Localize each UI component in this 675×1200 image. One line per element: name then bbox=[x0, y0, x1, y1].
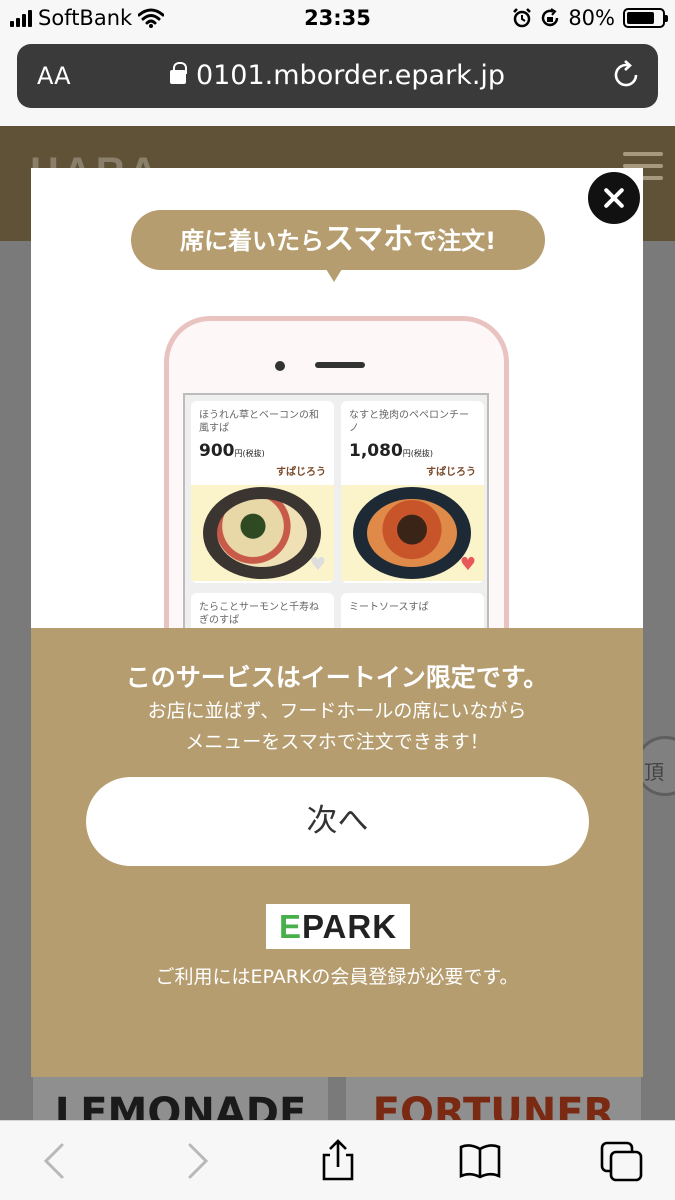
alarm-icon bbox=[513, 8, 532, 28]
url-display[interactable]: 0101.mborder.epark.jp bbox=[17, 60, 658, 91]
reload-icon[interactable] bbox=[610, 59, 642, 91]
shop-card-fortuner[interactable]: FORTUNER bbox=[346, 1076, 641, 1120]
tabs-icon[interactable] bbox=[600, 1139, 644, 1183]
status-right-group: 80% bbox=[512, 6, 668, 30]
modal-description: お店に並ばず、フードホールの席にいながら メニューをスマホで注文できます！ bbox=[147, 700, 527, 753]
back-icon[interactable] bbox=[34, 1139, 78, 1183]
shop-card-lemonade[interactable]: LEMONADE bbox=[33, 1076, 328, 1120]
heart-icon: ♥ bbox=[459, 554, 476, 575]
browser-address-area: AA 0101.mborder.epark.jp bbox=[0, 38, 675, 126]
menu-card: なすと挽肉のペペロンチーノ 1,080円(税抜) すぱじろう ♥ bbox=[341, 401, 484, 583]
bubble-suffix: で注文! bbox=[413, 227, 497, 255]
menu-item-photo: ♥ bbox=[191, 485, 334, 581]
battery-icon bbox=[623, 8, 668, 28]
menu-item-price: 1,080円(税抜) bbox=[349, 441, 434, 461]
modal-title: このサービスはイートイン限定です。 bbox=[125, 663, 549, 692]
bubble-emphasis: スマホ bbox=[323, 222, 414, 257]
menu-item-name: なすと挽肉のペペロンチーノ bbox=[349, 410, 469, 434]
address-bar[interactable]: AA 0101.mborder.epark.jp bbox=[17, 44, 658, 108]
shop-card-label: FORTUNER bbox=[372, 1090, 615, 1120]
eat-in-modal: 席に着いたらスマホで注文! ほうれん草とベーコンの和風すぱ 900円(税抜) す… bbox=[31, 168, 643, 1077]
info-panel: このサービスはイートイン限定です。 お店に並ばず、フードホールの席にいながら メ… bbox=[31, 628, 643, 1077]
heart-icon: ♥ bbox=[309, 554, 326, 575]
menu-item-name: たらことサーモンと千寿ねぎのすぱ bbox=[199, 602, 319, 626]
bubble-prefix: 席に着いたら bbox=[179, 227, 324, 255]
share-icon[interactable] bbox=[316, 1139, 360, 1183]
lock-icon bbox=[169, 62, 187, 84]
bookmarks-icon[interactable] bbox=[458, 1139, 502, 1183]
next-button[interactable]: 次へ bbox=[86, 777, 589, 866]
menu-item-brand: すぱじろう bbox=[426, 467, 476, 478]
battery-percent: 80% bbox=[568, 6, 615, 30]
close-icon[interactable] bbox=[585, 169, 643, 227]
status-bar: SoftBank 23:35 80% bbox=[0, 0, 675, 38]
battery-level bbox=[627, 12, 655, 24]
epark-logo: EPARK bbox=[266, 904, 410, 949]
forward-icon[interactable] bbox=[174, 1139, 218, 1183]
menu-item-name: ミートソースすぱ bbox=[349, 602, 429, 613]
orientation-lock-icon bbox=[542, 8, 559, 27]
menu-item-name: ほうれん草とベーコンの和風すぱ bbox=[199, 410, 319, 434]
menu-item-price: 900円(税抜) bbox=[199, 441, 265, 461]
membership-note: ご利用にはEPARKの会員登録が必要です。 bbox=[155, 966, 519, 988]
menu-item-brand: すぱじろう bbox=[276, 467, 326, 478]
menu-card: ほうれん草とベーコンの和風すぱ 900円(税抜) すぱじろう ♥ bbox=[191, 401, 334, 583]
phone-illustration: ほうれん草とベーコンの和風すぱ 900円(税抜) すぱじろう ♥ なすと挽肉のペ… bbox=[164, 316, 509, 636]
phone-speaker bbox=[315, 362, 365, 368]
phone-camera bbox=[275, 361, 285, 371]
shop-card-label: LEMONADE bbox=[54, 1090, 307, 1120]
headline-bubble: 席に着いたらスマホで注文! bbox=[131, 210, 545, 282]
url-text: 0101.mborder.epark.jp bbox=[195, 60, 506, 91]
browser-toolbar bbox=[0, 1120, 675, 1200]
phone-screen: ほうれん草とベーコンの和風すぱ 900円(税抜) すぱじろう ♥ なすと挽肉のペ… bbox=[183, 393, 489, 636]
menu-item-photo: ♥ bbox=[341, 485, 484, 581]
